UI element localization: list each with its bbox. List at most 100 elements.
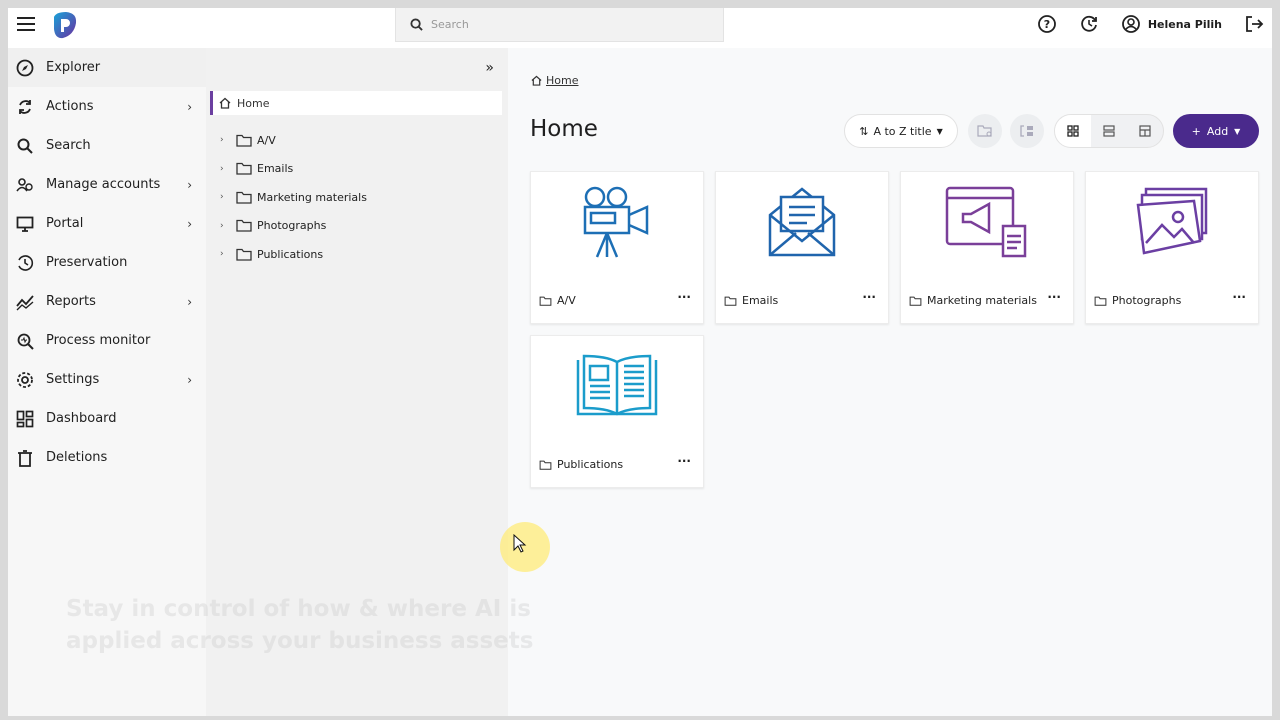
compass-icon <box>16 59 34 76</box>
chevron-right-icon[interactable]: › <box>220 192 236 202</box>
logout-icon[interactable] <box>1244 14 1264 34</box>
folder-thumbnail <box>716 172 888 272</box>
app-window: Search ? Helena Pilih Explorer Actions › Se… <box>8 8 1272 716</box>
home-icon <box>219 97 231 109</box>
tree-folder-label: Publications <box>257 247 324 261</box>
sidebar-item-label: Deletions <box>46 450 108 465</box>
sidebar-item-label: Explorer <box>46 60 101 75</box>
grid-icon <box>1067 125 1079 137</box>
folder-card[interactable]: Marketing materials ··· <box>900 171 1074 324</box>
folder-card[interactable]: Emails ··· <box>715 171 889 324</box>
tree-item-folder[interactable]: › Photographs <box>220 216 326 236</box>
sidebar-item-label: Actions <box>46 99 94 114</box>
chevron-right-icon[interactable]: › <box>220 221 236 231</box>
sidebar-item-label: Preservation <box>46 255 128 270</box>
sort-dropdown[interactable]: ⇅ A to Z title ▼ <box>844 114 958 148</box>
more-options-icon[interactable]: ··· <box>1047 290 1061 304</box>
folder-gear-icon <box>977 125 992 137</box>
tree-item-folder[interactable]: › A/V <box>220 130 276 150</box>
sidebar-item-search[interactable]: Search <box>8 126 206 165</box>
sidebar-item-preservation[interactable]: Preservation <box>8 243 206 282</box>
chevron-right-icon[interactable]: › <box>220 135 236 145</box>
tree-item-folder[interactable]: › Marketing materials <box>220 187 367 207</box>
accounts-icon <box>16 177 33 191</box>
history-icon[interactable] <box>1079 14 1099 34</box>
sidebar-item-label: Settings <box>46 372 100 387</box>
mouse-cursor-highlight <box>500 522 550 572</box>
folder-card[interactable]: Photographs ··· <box>1085 171 1259 324</box>
sidebar-item-dashboard[interactable]: Dashboard <box>8 399 206 438</box>
sidebar-item-label: Reports <box>46 294 96 309</box>
search-input[interactable]: Search <box>395 8 724 42</box>
grid-view-button[interactable] <box>1055 115 1091 147</box>
main-content: Home Home ⇅ A to Z title ▼ + Add ▼ A/V ··… <box>508 48 1272 716</box>
sidebar-item-process-monitor[interactable]: Process monitor <box>8 321 206 360</box>
breadcrumb-home[interactable]: Home <box>546 74 578 87</box>
tree-folder-label: Marketing materials <box>257 190 367 204</box>
user-icon <box>1121 15 1140 33</box>
sidebar-item-label: Manage accounts <box>46 177 161 192</box>
tree-item-folder[interactable]: › Publications <box>220 244 323 264</box>
plus-icon: + <box>1191 124 1201 138</box>
user-name: Helena Pilih <box>1147 17 1222 31</box>
sidebar-item-portal[interactable]: Portal › <box>8 204 206 243</box>
folder-card[interactable]: Publications ··· <box>530 335 704 488</box>
home-icon <box>531 75 542 86</box>
page-title: Home <box>530 116 598 142</box>
folder-icon <box>539 296 552 306</box>
collapse-panel-button[interactable]: » <box>485 60 494 76</box>
sidebar-item-reports[interactable]: Reports › <box>8 282 206 321</box>
sidebar-item-actions[interactable]: Actions › <box>8 87 206 126</box>
chevron-right-icon[interactable]: › <box>220 249 236 259</box>
sidebar-item-deletions[interactable]: Deletions <box>8 438 206 477</box>
folder-icon <box>236 248 252 261</box>
folder-icon <box>236 134 252 147</box>
table-icon <box>1139 125 1151 137</box>
sidebar-item-explorer[interactable]: Explorer <box>8 48 206 87</box>
layout-toggle-button[interactable] <box>1010 114 1044 148</box>
monitor-icon <box>16 216 34 232</box>
sidebar-item-settings[interactable]: Settings › <box>8 360 206 399</box>
sidebar-item-label: Portal <box>46 216 84 231</box>
folder-icon <box>1094 296 1107 306</box>
help-icon[interactable]: ? <box>1037 14 1057 34</box>
more-options-icon[interactable]: ··· <box>1232 290 1246 304</box>
tree-item-home[interactable]: Home <box>210 91 502 115</box>
folder-card-label: Photographs <box>1112 294 1182 307</box>
panel-icon <box>1020 125 1033 137</box>
more-options-icon[interactable]: ··· <box>677 454 691 468</box>
refresh-icon <box>19 99 31 114</box>
list-view-button[interactable] <box>1091 115 1127 147</box>
sidebar-item-label: Search <box>46 138 91 153</box>
more-options-icon[interactable]: ··· <box>677 290 691 304</box>
sidebar-item-manage-accounts[interactable]: Manage accounts › <box>8 165 206 204</box>
folder-card[interactable]: A/V ··· <box>530 171 704 324</box>
tree-folder-label: Photographs <box>257 219 327 233</box>
caret-down-icon: ▼ <box>936 126 943 136</box>
folder-settings-button[interactable] <box>968 114 1002 148</box>
gear-icon <box>17 371 33 388</box>
folder-thumbnail <box>901 172 1073 272</box>
table-view-button[interactable] <box>1127 115 1163 147</box>
folder-thumbnail <box>531 172 703 272</box>
search-icon <box>410 18 423 31</box>
menu-icon[interactable] <box>17 17 35 31</box>
more-options-icon[interactable]: ··· <box>862 290 876 304</box>
preservation-icon <box>18 254 34 271</box>
chevron-right-icon: › <box>187 294 192 309</box>
tree-item-folder[interactable]: › Emails <box>220 159 293 179</box>
chevron-right-icon: › <box>187 372 192 387</box>
tree-home-label: Home <box>237 96 270 110</box>
tree-folder-label: Emails <box>257 162 294 176</box>
chevron-right-icon: › <box>187 99 192 114</box>
folder-card-label: Marketing materials <box>927 294 1037 307</box>
view-mode-toggle <box>1054 114 1164 148</box>
add-button[interactable]: + Add ▼ <box>1173 114 1259 148</box>
folder-icon <box>909 296 922 306</box>
folder-thumbnail <box>1086 172 1258 272</box>
chevron-right-icon[interactable]: › <box>220 164 236 174</box>
user-menu[interactable]: Helena Pilih <box>1121 14 1222 34</box>
tree-folder-label: A/V <box>257 133 276 147</box>
folder-card-label: Publications <box>557 458 624 471</box>
chevron-right-icon: › <box>187 177 192 192</box>
